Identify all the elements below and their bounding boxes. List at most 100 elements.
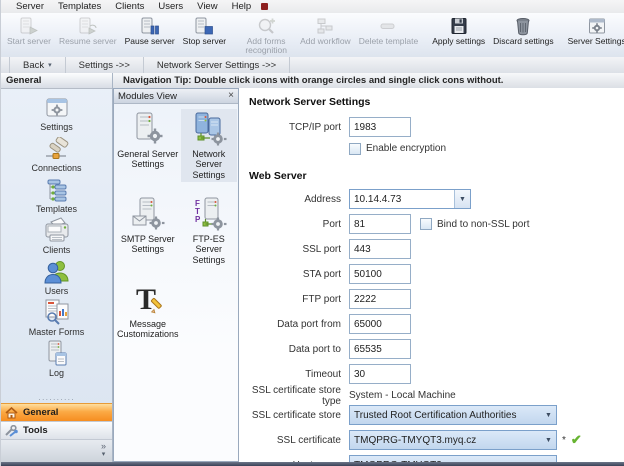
breadcrumb: Back ▾ Settings ->> Network Server Setti… xyxy=(1,57,624,74)
cert-store-combobox[interactable]: Trusted Root Certification Authorities ▼ xyxy=(349,405,557,425)
timeout-input[interactable] xyxy=(349,364,411,384)
delete-template-button[interactable]: Delete template xyxy=(355,13,423,57)
add-workflow-button[interactable]: Add workflow xyxy=(296,13,355,57)
cert-store-label: SSL certificate store xyxy=(249,410,341,421)
host-name-combobox[interactable]: TMQPRG-TMYQT3.myq.cz ▼ xyxy=(349,455,557,462)
close-icon[interactable]: × xyxy=(228,91,234,101)
ssl-certificate-combobox[interactable]: TMQPRG-TMYQT3.myq.cz ▼ xyxy=(349,430,557,450)
module-label: Message Customizations xyxy=(115,319,181,340)
chevron-down-icon[interactable]: ▼ xyxy=(454,190,470,208)
module-ftp-es-server-settings[interactable]: FTP FTP-ES Server Settings xyxy=(181,194,237,267)
tcpip-port-input[interactable] xyxy=(349,117,411,137)
address-combobox[interactable]: 10.14.4.73 ▼ xyxy=(349,189,471,209)
tools-icon xyxy=(5,425,18,437)
section-heading-network-server-settings: Network Server Settings xyxy=(249,96,624,108)
sidebar-item-label: Clients xyxy=(43,245,71,255)
chevron-down-icon[interactable]: ▼ xyxy=(541,431,556,449)
pause-server-button[interactable]: Pause server xyxy=(121,13,179,57)
server-settings-label: Server Settings xyxy=(568,37,624,46)
data-port-from-label: Data port from xyxy=(249,319,341,330)
modules-grid: General Server Settings Network Server S… xyxy=(114,104,238,342)
sta-port-label: STA port xyxy=(249,269,341,280)
sidebar-item-master-forms[interactable]: Master Forms xyxy=(1,299,112,337)
ssl-port-input[interactable] xyxy=(349,239,411,259)
discard-settings-label: Discard settings xyxy=(493,37,553,46)
module-label: SMTP Server Settings xyxy=(115,234,181,255)
module-label: FTP-ES Server Settings xyxy=(181,234,237,265)
resume-server-button[interactable]: Resume server xyxy=(55,13,121,57)
sidebar-item-templates[interactable]: Templates xyxy=(1,176,112,214)
data-port-to-input[interactable] xyxy=(349,339,411,359)
menu-view[interactable]: View xyxy=(190,1,224,12)
apply-settings-label: Apply settings xyxy=(432,37,485,46)
menu-users[interactable]: Users xyxy=(151,1,190,12)
module-smtp-server-settings[interactable]: SMTP Server Settings xyxy=(115,194,181,267)
module-label: Network Server Settings xyxy=(181,149,237,180)
sidebar-item-users[interactable]: Users xyxy=(1,258,112,296)
apply-settings-button[interactable]: Apply settings xyxy=(428,13,489,57)
enable-encryption-label: Enable encryption xyxy=(366,143,446,154)
back-button[interactable]: Back ▾ xyxy=(9,57,66,73)
module-message-customizations[interactable]: T Message Customizations xyxy=(115,279,181,342)
tab-tools[interactable]: Tools xyxy=(1,421,112,439)
discard-settings-button[interactable]: Discard settings xyxy=(489,13,557,57)
sidebar-bottom-strip: » ▾ xyxy=(1,439,112,462)
sta-port-input[interactable] xyxy=(349,264,411,284)
modules-view-titlebar: Modules View × xyxy=(114,89,238,104)
port-label: Port xyxy=(249,219,341,230)
port-input[interactable] xyxy=(349,214,411,234)
module-network-server-settings[interactable]: Network Server Settings xyxy=(181,109,237,182)
bind-non-ssl-checkbox[interactable] xyxy=(420,218,432,230)
section-heading-web-server: Web Server xyxy=(249,170,624,182)
valid-check-icon: ✔ xyxy=(571,432,582,448)
cert-store-value: Trusted Root Certification Authorities xyxy=(350,410,541,421)
sidebar-item-label: Log xyxy=(49,368,64,378)
data-port-from-input[interactable] xyxy=(349,314,411,334)
pause-server-icon xyxy=(140,16,160,36)
stop-server-label: Stop server xyxy=(183,37,226,46)
smtp-server-settings-icon xyxy=(130,196,166,232)
breadcrumb-network-server-settings[interactable]: Network Server Settings ->> xyxy=(144,57,290,73)
message-customizations-icon: T xyxy=(130,281,166,317)
sidebar-item-clients[interactable]: Clients xyxy=(1,217,112,255)
sidebar-item-log[interactable]: Log xyxy=(1,340,112,378)
expand-buttons-control[interactable]: » ▾ xyxy=(101,443,106,458)
network-server-settings-icon xyxy=(191,111,227,147)
menu-clients[interactable]: Clients xyxy=(108,1,151,12)
settings-icon xyxy=(44,94,70,121)
sidebar-header: General xyxy=(1,73,112,89)
tab-general[interactable]: General xyxy=(1,403,112,421)
pause-server-label: Pause server xyxy=(125,37,175,46)
start-server-button[interactable]: Start server xyxy=(3,13,55,57)
add-forms-recognition-button[interactable]: Add forms recognition xyxy=(236,13,296,57)
ftp-port-input[interactable] xyxy=(349,289,411,309)
module-general-server-settings[interactable]: General Server Settings xyxy=(115,109,181,182)
start-server-label: Start server xyxy=(7,37,51,46)
settings-form: Network Server Settings TCP/IP port Enab… xyxy=(239,88,624,462)
menu-server[interactable]: Server xyxy=(9,1,51,12)
add-forms-recognition-icon xyxy=(256,16,276,36)
sidebar-item-label: Connections xyxy=(31,163,81,173)
resume-server-icon xyxy=(78,16,98,36)
sidebar-splitter[interactable]: ·········· xyxy=(1,396,112,403)
modules-view-panel: Modules View × General Server Settings N… xyxy=(113,88,239,462)
menu-templates[interactable]: Templates xyxy=(51,1,108,12)
sidebar-item-settings[interactable]: Settings xyxy=(1,94,112,132)
breadcrumb-settings[interactable]: Settings ->> xyxy=(66,57,144,73)
menu-help[interactable]: Help xyxy=(225,1,259,12)
ssl-port-label: SSL port xyxy=(249,244,341,255)
sidebar-item-connections[interactable]: Connections xyxy=(1,135,112,173)
sidebar-item-label: Settings xyxy=(40,122,73,132)
delete-template-label: Delete template xyxy=(359,37,419,46)
modules-view-title: Modules View xyxy=(118,91,177,102)
stop-server-button[interactable]: Stop server xyxy=(179,13,230,57)
chevron-down-icon[interactable]: ▼ xyxy=(541,406,556,424)
address-label: Address xyxy=(249,194,341,205)
bind-non-ssl-label: Bind to non-SSL port xyxy=(437,219,529,230)
server-settings-button[interactable]: Server Settings xyxy=(564,13,624,57)
resume-server-label: Resume server xyxy=(59,37,117,46)
sidebar-item-label: Master Forms xyxy=(29,327,85,337)
back-label: Back xyxy=(23,60,44,71)
enable-encryption-checkbox[interactable] xyxy=(349,143,361,155)
app-icon xyxy=(261,3,268,10)
